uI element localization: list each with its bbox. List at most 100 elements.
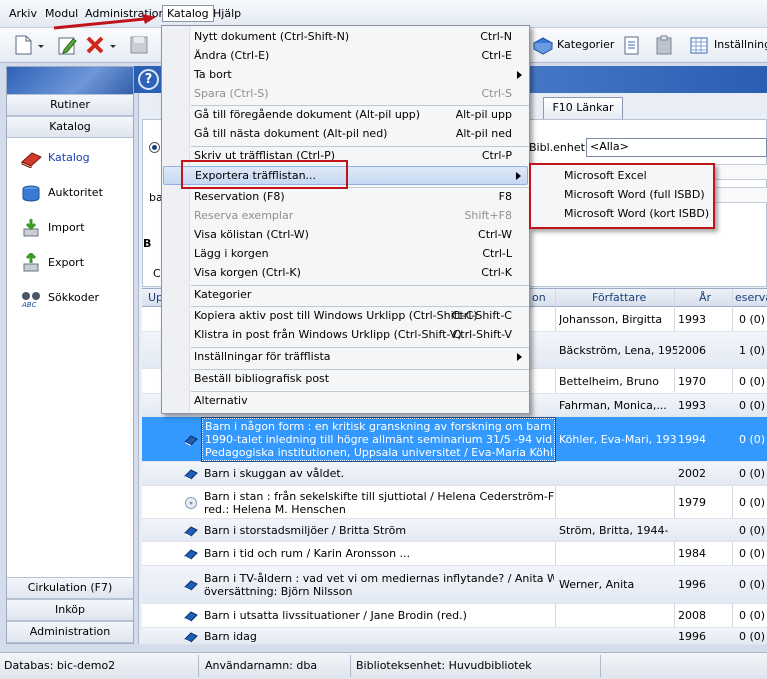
row-year: 1970 [678, 375, 706, 388]
menu-item-label: Klistra in post från Windows Urklipp (Ct… [194, 328, 462, 341]
menu-item-8[interactable]: Reservation (F8) F8 [163, 188, 528, 207]
menu-item-12[interactable]: Visa korgen (Ctrl-K) Ctrl-K [163, 264, 528, 283]
sidebar-item-sokkoder[interactable]: ABC Sökkoder [17, 287, 129, 311]
menu-item-10[interactable]: Visa kölistan (Ctrl-W) Ctrl-W [163, 226, 528, 245]
column-header-year[interactable]: År [699, 291, 711, 304]
row-res: 0 (0) [739, 609, 766, 622]
sidebar-head-katalog[interactable]: Katalog [7, 116, 133, 138]
menu-item-11[interactable]: Lägg i korgen Ctrl-L [163, 245, 528, 264]
menu-separator [191, 347, 529, 348]
menu-item-label: Reserva exemplar [194, 209, 294, 222]
table-row[interactable]: Barn i någon form : en kritisk gransknin… [142, 417, 767, 462]
document-list-icon[interactable] [621, 34, 643, 56]
menu-item-2[interactable]: Ta bort [163, 66, 528, 85]
menu-item-shortcut: Ctrl-P [481, 149, 512, 162]
save-disk-icon[interactable] [128, 34, 150, 56]
menu-arkiv[interactable]: Arkiv [5, 6, 41, 21]
table-row[interactable]: Barn idag 1996 0 (0) [142, 628, 767, 645]
delete-x-icon[interactable] [84, 34, 106, 56]
menu-item-9[interactable]: Reserva exemplar Shift+F8 [163, 207, 528, 226]
sidebar-item-auktoritet[interactable]: Auktoritet [17, 182, 129, 206]
bibl-enhet-select[interactable]: <Alla> [586, 138, 767, 157]
menu-item-label: Ändra (Ctrl-E) [194, 49, 270, 62]
menu-item-shortcut: Ctrl-N [480, 30, 512, 43]
book-icon [184, 525, 198, 537]
menu-item-shortcut: Ctrl-L [482, 247, 512, 260]
sidebar-head-administration[interactable]: Administration [7, 621, 133, 643]
row-year: 2008 [678, 609, 706, 622]
radio-button[interactable] [149, 142, 160, 153]
delete-dropdown-arrow-icon[interactable] [108, 34, 118, 56]
sidebar-head-inkop[interactable]: Inköp [7, 599, 133, 621]
menu-item-shortcut: Ctrl-Shift-C [451, 309, 512, 322]
row-title: Barn i skuggan av våldet. [204, 467, 345, 480]
menu-separator [191, 285, 529, 286]
row-year: 1994 [678, 433, 706, 446]
bibl-enhet-label: Bibl.enhet: [529, 141, 589, 154]
row-res: 1 (0) [739, 344, 766, 357]
column-header-reservations[interactable]: eserva [735, 291, 767, 304]
table-row[interactable]: Barn i TV-åldern : vad vet vi om mediern… [142, 566, 767, 604]
clipboard-icon[interactable] [653, 34, 675, 56]
menu-item-label: Visa kölistan (Ctrl-W) [194, 228, 309, 241]
annotation-highlight-submenu [529, 163, 715, 229]
new-dropdown-arrow-icon[interactable] [36, 34, 46, 56]
row-title: Barn i utsatta livssituationer / Jane Br… [204, 609, 467, 622]
row-title-line: Pedagogiska institutionen, Uppsala unive… [205, 446, 555, 459]
toolbar-kategorier-label[interactable]: Kategorier [557, 38, 614, 51]
sidebar-head-cirkulation[interactable]: Cirkulation (F7) [7, 577, 133, 599]
menu-item-17[interactable]: Beställ bibliografisk post [163, 370, 528, 389]
sidebar-item-import[interactable]: Import [17, 217, 129, 241]
tab-f10-lankar[interactable]: F10 Länkar [543, 97, 623, 119]
book-icon [184, 548, 198, 560]
table-row[interactable]: Barn i tid och rum / Karin Aronsson ... 1… [142, 542, 767, 566]
menu-item-4[interactable]: Gå till föregående dokument (Alt-pil upp… [163, 106, 528, 125]
settings-grid-icon[interactable] [688, 34, 710, 56]
menu-item-label: Kopiera aktiv post till Windows Urklipp … [194, 309, 478, 322]
menu-hjalp[interactable]: Hjälp [209, 6, 245, 21]
row-title: Barn i TV-åldern : vad vet vi om mediern… [204, 572, 554, 598]
new-document-icon[interactable] [12, 34, 34, 56]
menu-item-0[interactable]: Nytt dokument (Ctrl-Shift-N) Ctrl-N [163, 28, 528, 47]
menu-item-5[interactable]: Gå till nästa dokument (Alt-pil ned) Alt-… [163, 125, 528, 144]
column-header-author[interactable]: Författare [592, 291, 646, 304]
export-arrow-icon [20, 251, 42, 273]
annotation-arrow [53, 14, 156, 30]
sidebar-item-katalog[interactable]: Katalog [17, 147, 129, 171]
book-icon [184, 434, 198, 446]
table-row[interactable]: Barn i utsatta livssituationer / Jane Br… [142, 604, 767, 628]
row-year: 1984 [678, 547, 706, 560]
table-row[interactable]: Barn i stan : från sekelskifte till sjut… [142, 486, 767, 519]
menu-item-1[interactable]: Ändra (Ctrl-E) Ctrl-E [163, 47, 528, 66]
menu-item-15[interactable]: Klistra in post från Windows Urklipp (Ct… [163, 326, 528, 345]
column-header-fragment[interactable]: on [532, 291, 546, 304]
table-row[interactable]: Barn i skuggan av våldet. 2002 0 (0) [142, 462, 767, 486]
menu-item-13[interactable]: Kategorier [163, 286, 528, 305]
menu-item-16[interactable]: Inställningar för träfflista [163, 348, 528, 367]
edit-pencil-icon[interactable] [56, 34, 78, 56]
menu-item-label: Spara (Ctrl-S) [194, 87, 269, 100]
tab-fragment[interactable]: B [143, 237, 151, 250]
toolbar-installningar-label[interactable]: Inställning [714, 38, 767, 51]
row-res: 0 (0) [739, 375, 766, 388]
sidebar-item-label: Import [48, 221, 85, 234]
menu-katalog[interactable]: Katalog [162, 5, 214, 22]
menu-item-14[interactable]: Kopiera aktiv post till Windows Urklipp … [163, 307, 528, 326]
menu-item-18[interactable]: Alternativ [163, 392, 528, 411]
categories-icon[interactable] [531, 34, 555, 56]
sidebar-head-rutiner[interactable]: Rutiner [7, 94, 133, 116]
menu-item-shortcut: Ctrl-W [478, 228, 512, 241]
menu-separator [191, 306, 529, 307]
row-res: 0 (0) [739, 467, 766, 480]
table-row[interactable]: Barn i storstadsmiljöer / Britta Ström St… [142, 519, 767, 542]
sidebar-item-export[interactable]: Export [17, 251, 129, 276]
menu-item-label: Alternativ [194, 394, 248, 407]
row-title: Barn i någon form : en kritisk gransknin… [201, 417, 556, 462]
menu-item-label: Reservation (F8) [194, 190, 285, 203]
menu-item-3[interactable]: Spara (Ctrl-S) Ctrl-S [163, 85, 528, 104]
help-question-icon[interactable]: ? [138, 69, 159, 90]
row-res: 0 (0) [739, 433, 766, 446]
row-title: Barn i storstadsmiljöer / Britta Ström [204, 524, 407, 537]
status-database: Databas: bic-demo2 [4, 659, 116, 672]
menu-item-label: Lägg i korgen [194, 247, 269, 260]
